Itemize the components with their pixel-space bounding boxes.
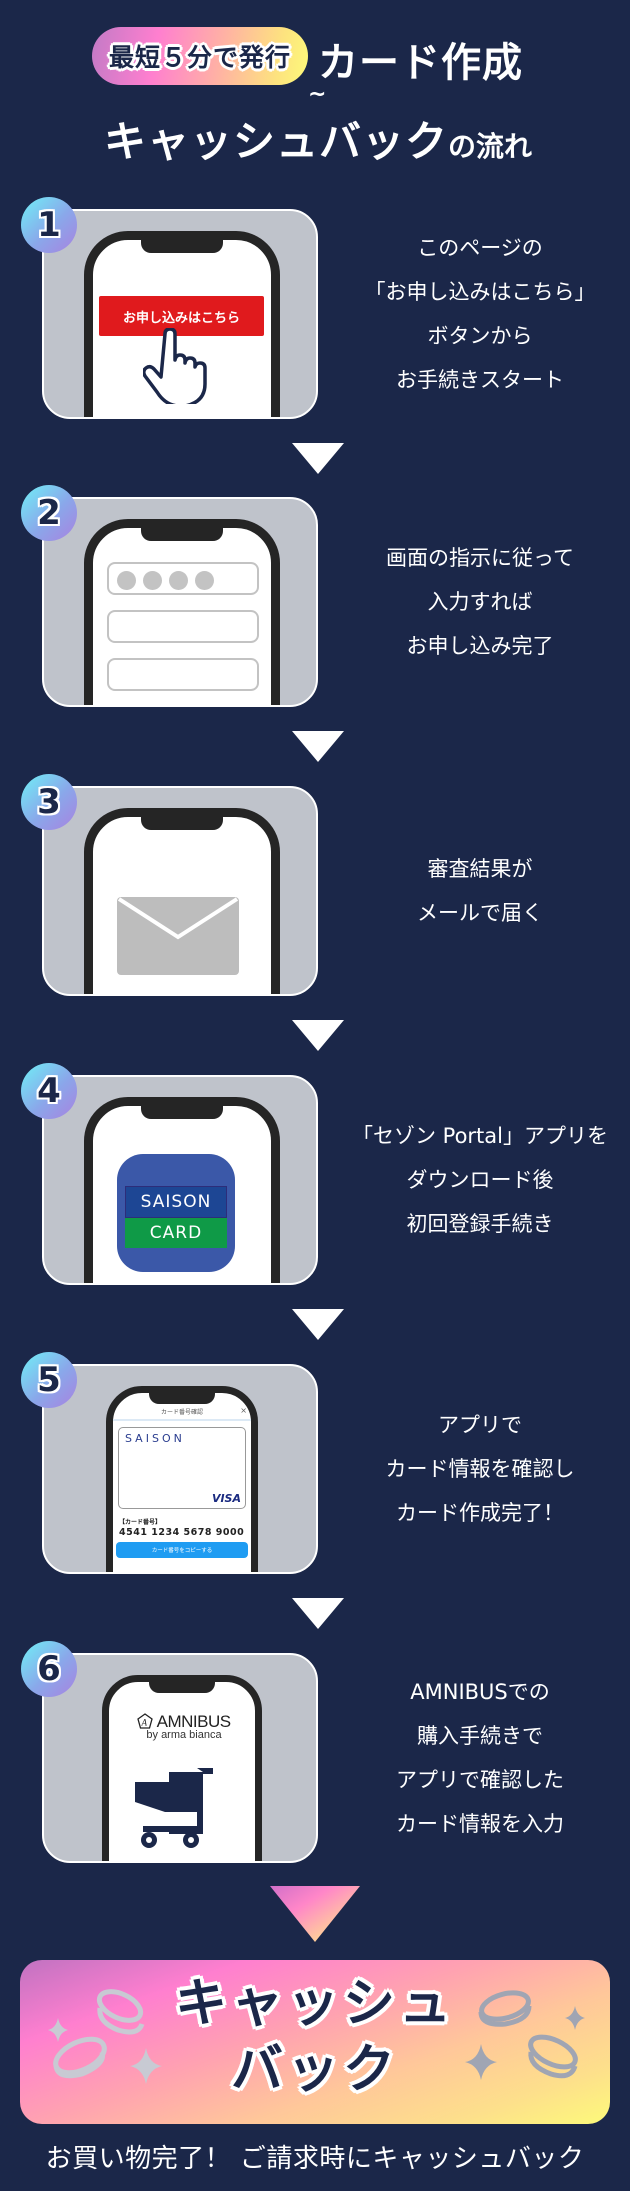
step-illustration-card: A AMNIBUS by arma bianca <box>42 1653 318 1863</box>
cashback-banner: キャッシュ バック <box>20 1960 610 2124</box>
screen-title: カード番号確認 <box>113 1407 251 1421</box>
credit-card-illustration: SAISON VISA <box>118 1427 246 1509</box>
phone-notch <box>141 238 223 253</box>
down-arrow-gradient-icon <box>270 1886 360 1942</box>
phone-illustration: A AMNIBUS by arma bianca <box>102 1675 262 1861</box>
step-illustration-card <box>42 786 318 996</box>
step-number-badge: 3 <box>21 774 77 830</box>
phone-notch <box>141 815 223 830</box>
close-icon: × <box>240 1406 247 1415</box>
coins-sparkle-right-icon <box>465 1990 585 2080</box>
step-6: 6 A AMNIBUS by arma bianca AMNIBUSでの 購入手… <box>0 1641 630 1903</box>
step-illustration-card <box>42 497 318 707</box>
step-1: 1 お申し込みはこちら このページの 「お申し込みはこちら」 ボタンから お手続… <box>0 197 630 459</box>
step-3: 3 審査結果が メールで届く <box>0 774 630 1036</box>
card-number: 4541 1234 5678 9000 <box>119 1527 245 1538</box>
step-4: 4 SAISON CARD 「セゾン Portal」アプリを ダウンロード後 初… <box>0 1063 630 1325</box>
svg-text:A: A <box>141 1718 148 1728</box>
pointing-hand-icon <box>143 328 207 404</box>
step-2: 2 画面の指示に従って 入力すれば お申し込み完了 <box>0 485 630 747</box>
step-number-badge: 5 <box>21 1352 77 1408</box>
card-number-label: 【カード番号】 <box>119 1519 162 1526</box>
header-title-line2: キャッシュバックの流れ <box>104 108 532 169</box>
phone-illustration: SAISON CARD <box>84 1097 280 1283</box>
visa-logo: VISA <box>211 1492 241 1505</box>
step-5: 5 カード番号確認 × SAISON VISA 【カード番号】 4541 123… <box>0 1352 630 1614</box>
down-arrow-icon <box>292 443 344 474</box>
step-number-badge: 2 <box>21 485 77 541</box>
envelope-icon <box>117 897 239 975</box>
copy-card-number-button: カード番号をコピーする <box>116 1542 248 1558</box>
form-field-empty <box>107 610 259 643</box>
step-description: AMNIBUSでの 購入手続きで アプリで確認した カード情報を入力 <box>396 1680 564 1836</box>
step-description: 画面の指示に従って 入力すれば お申し込み完了 <box>386 546 574 658</box>
header-title-suffix: の流れ <box>448 130 533 163</box>
header-badge: 最短５分で発行 <box>92 27 308 85</box>
card-brand: SAISON <box>125 1432 185 1445</box>
step-illustration-card: カード番号確認 × SAISON VISA 【カード番号】 4541 1234 … <box>42 1364 318 1574</box>
coins-sparkle-left-icon <box>48 1989 162 2084</box>
saison-app-icon: SAISON CARD <box>117 1154 235 1272</box>
down-arrow-icon <box>292 731 344 762</box>
step-description: このページの 「お申し込みはこちら」 ボタンから お手続きスタート <box>364 236 596 392</box>
cashback-title-line1: キャッシュ <box>174 1974 455 2034</box>
cashback-title-line2: バック <box>230 2040 399 2100</box>
amnibus-pentagon-icon: A <box>137 1713 154 1729</box>
phone-notch <box>141 526 223 541</box>
step-description: アプリで カード情報を確認し カード作成完了！ <box>385 1413 575 1525</box>
step-illustration-card: SAISON CARD <box>42 1075 318 1285</box>
cashback-footer-text: お買い物完了！ ご請求時にキャッシュバック <box>45 2144 585 2174</box>
shopping-cart-icon <box>135 1768 213 1848</box>
phone-illustration: カード番号確認 × SAISON VISA 【カード番号】 4541 1234 … <box>106 1386 258 1572</box>
step-description: 審査結果が メールで届く <box>417 857 543 925</box>
step-number-badge: 6 <box>21 1641 77 1697</box>
header-badge-text: 最短５分で発行 <box>108 43 291 72</box>
down-arrow-icon <box>292 1020 344 1051</box>
step-description: 「セゾン Portal」アプリを ダウンロード後 初回登録手続き <box>351 1124 608 1236</box>
step-number-badge: 4 <box>21 1063 77 1119</box>
step-illustration-card: お申し込みはこちら <box>42 209 318 419</box>
down-arrow-icon <box>292 1598 344 1629</box>
phone-illustration: お申し込みはこちら <box>84 231 280 417</box>
phone-notch <box>141 1104 223 1119</box>
form-field-filled <box>107 562 259 595</box>
amnibus-logo: A AMNIBUS by arma bianca <box>119 1712 249 1741</box>
header-tilde: ~ <box>308 82 327 107</box>
phone-illustration <box>84 808 280 994</box>
phone-notch <box>149 1391 215 1404</box>
header-title-line1: カード作成 <box>318 40 523 86</box>
down-arrow-icon <box>292 1309 344 1340</box>
header-title-main: キャッシュバック <box>104 117 449 166</box>
phone-illustration <box>84 519 280 705</box>
form-field-empty <box>107 658 259 691</box>
step-number-badge: 1 <box>21 197 77 253</box>
phone-notch <box>149 1680 215 1693</box>
